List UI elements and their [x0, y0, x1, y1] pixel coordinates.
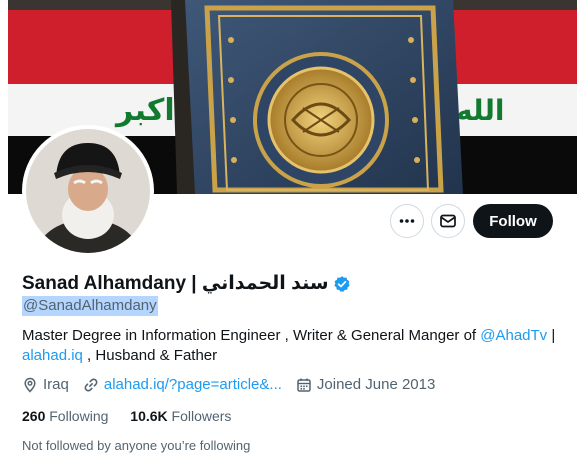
bio-separator: | [547, 327, 556, 344]
location-text: Iraq [43, 376, 69, 393]
joined-item: Joined June 2013 [296, 376, 435, 393]
location-pin-icon [24, 377, 36, 393]
bio-tail: , Husband & Father [82, 347, 218, 364]
website-item[interactable]: alahad.iq/?page=article&... [83, 376, 282, 393]
joined-text: Joined June 2013 [316, 376, 436, 393]
website-link[interactable]: alahad.iq/?page=article&... [104, 376, 282, 393]
message-button[interactable] [431, 204, 465, 238]
display-name: Sanad Alhamdany | سند الحمداني [22, 273, 329, 294]
flag-takbir-right: الله [456, 94, 505, 127]
link-icon [84, 378, 98, 391]
follow-stats: 260 Following 10.6K Followers [22, 408, 249, 424]
followers-stat[interactable]: 10.6K Followers [130, 408, 231, 424]
avatar-portrait-image [26, 129, 150, 253]
display-name-row: Sanad Alhamdany | سند الحمداني [22, 272, 351, 295]
followed-by-note: Not followed by anyone you’re following [22, 438, 251, 453]
followers-label: Followers [171, 408, 232, 424]
quran-book-image [171, 0, 463, 194]
bio-text: Master Degree in Information Engineer , … [22, 327, 481, 344]
verified-badge-icon[interactable] [333, 275, 351, 293]
profile-bio: Master Degree in Information Engineer , … [22, 326, 562, 366]
profile-meta: Iraq alahad.iq/?page=article&... Joined … [22, 376, 449, 393]
following-label: Following [49, 408, 109, 424]
more-options-button[interactable] [390, 204, 424, 238]
followers-count: 10.6K [130, 408, 168, 424]
follow-button[interactable]: Follow [473, 204, 553, 238]
following-stat[interactable]: 260 Following [22, 408, 108, 424]
profile-handle[interactable]: @SanadAlhamdany [22, 296, 158, 316]
flag-takbir-left: اكبر [116, 93, 175, 128]
following-count: 260 [22, 408, 46, 424]
calendar-icon [297, 378, 311, 392]
profile-avatar[interactable] [22, 125, 154, 257]
envelope-icon [440, 214, 456, 228]
more-horizontal-icon [399, 219, 415, 223]
bio-website-link[interactable]: alahad.iq [22, 347, 83, 364]
location-item: Iraq [22, 376, 69, 393]
bio-mention-link[interactable]: @AhadTv [480, 327, 547, 344]
